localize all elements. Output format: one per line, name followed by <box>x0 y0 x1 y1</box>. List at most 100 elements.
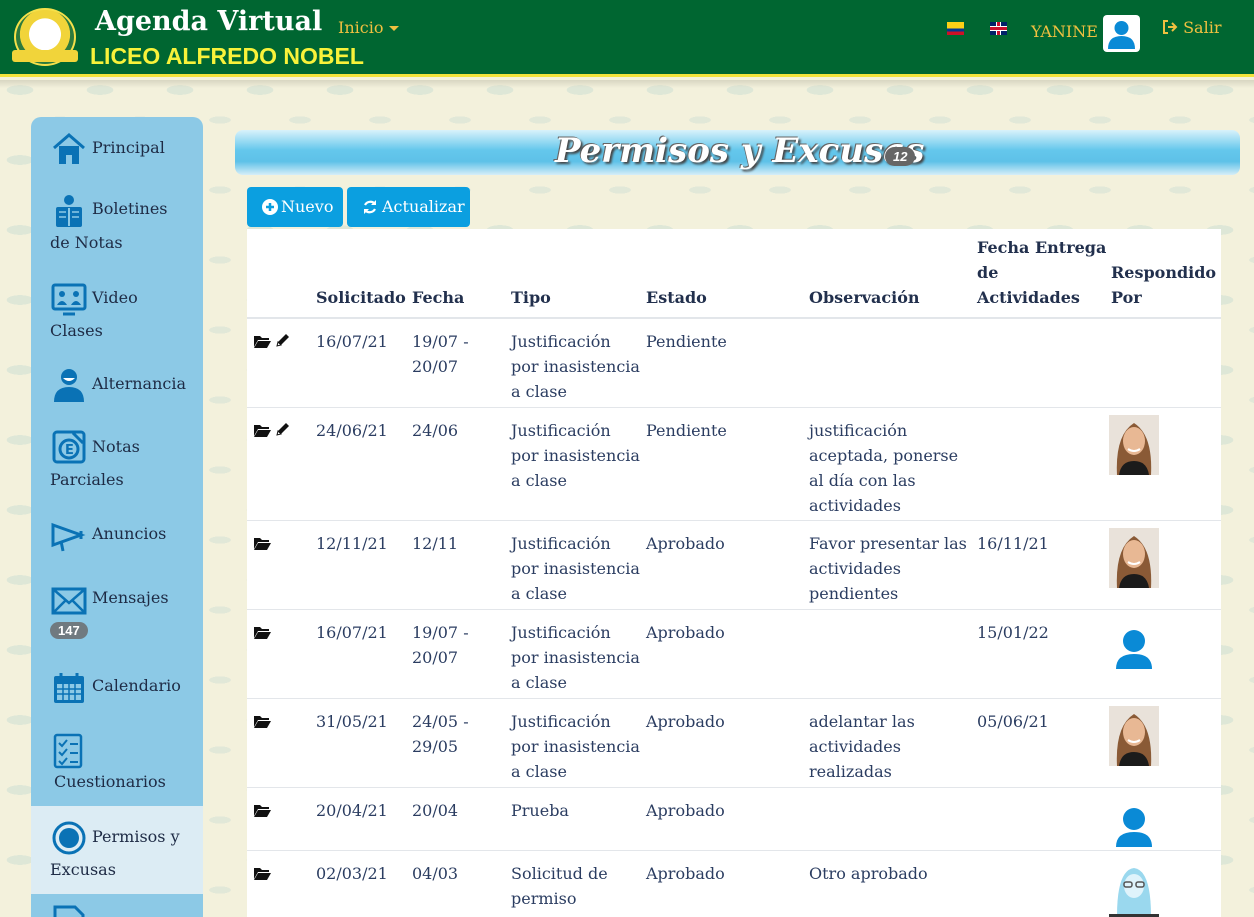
user-name[interactable]: YANINE <box>1031 22 1098 41</box>
cell-fecha-line1: 19/07 - <box>412 623 469 642</box>
avatar-glasses-icon <box>1109 858 1159 917</box>
folder-open-icon[interactable] <box>253 535 271 551</box>
app-title: Agenda Virtual <box>95 6 323 37</box>
header-respondido-line1: Respondido <box>1111 263 1217 282</box>
sidebar-item-notas-parciales[interactable]: E Notas Parciales <box>31 415 203 501</box>
header-tipo[interactable]: Tipo <box>511 285 551 310</box>
folder-open-icon[interactable] <box>253 713 271 729</box>
sidebar: Principal Boletines de Notas Video Clase… <box>31 117 203 917</box>
header-fecha-entrega[interactable]: Fecha Entrega de Actividades <box>977 235 1106 310</box>
cell-fecha: 04/03 <box>412 861 458 886</box>
cell-tipo: Prueba <box>511 798 569 823</box>
sidebar-item-label: Notas <box>92 437 140 456</box>
cell-fecha: 19/07 - 20/07 <box>412 329 469 379</box>
cell-tipo-line1: Justificación <box>511 421 611 440</box>
cell-estado: Pendiente <box>646 421 727 440</box>
sidebar-item-permisos-excusas[interactable]: Permisos y Excusas <box>31 806 203 894</box>
sidebar-item-anuncios[interactable]: Anuncios <box>31 501 203 565</box>
header-fecha-entrega-line2: de <box>977 263 999 282</box>
header-shadow <box>0 80 1254 88</box>
table-row: 16/07/21 19/07 - 20/07 Justificación por ina… <box>247 318 1221 407</box>
colombia-flag-icon[interactable] <box>947 22 964 35</box>
header-fecha[interactable]: Fecha <box>412 285 464 310</box>
table-row: 20/04/21 20/04 Prueba Aprobado <box>247 787 1221 855</box>
header-solicitado[interactable]: Solicitado <box>316 285 406 310</box>
records-count-badge: 12 <box>885 147 916 166</box>
cell-fecha: 20/04 <box>412 798 458 823</box>
cell-tipo-line1: Justificación <box>511 712 611 731</box>
cell-solicitado: 02/03/21 <box>316 864 388 883</box>
sign-out-icon <box>1163 20 1178 34</box>
responder-photo <box>1109 415 1159 475</box>
cell-obs-line3: realizadas <box>809 762 892 781</box>
cell-tipo: Justificación por inasistencia a clase <box>511 531 640 606</box>
new-button[interactable]: Nuevo <box>247 187 343 227</box>
header-respondido-line2: Por <box>1111 288 1142 307</box>
checklist-icon <box>53 733 83 769</box>
sidebar-item-label-2: Excusas <box>50 860 116 879</box>
radio-circle-icon <box>52 821 86 855</box>
cell-fecha-line1: 20/04 <box>412 801 459 820</box>
caret-down-icon <box>389 26 400 31</box>
cell-tipo-line3: a clase <box>511 382 567 401</box>
sidebar-item-calendario[interactable]: Calendario <box>31 651 203 717</box>
sidebar-item-video-clases[interactable]: Video Clases <box>31 263 203 351</box>
cell-obs-line2: aceptada, ponerse <box>809 446 959 465</box>
sidebar-item-alternancia[interactable]: Alternancia <box>31 351 203 415</box>
sidebar-item-label: Principal <box>92 138 165 157</box>
cell-tipo: Justificación por inasistencia a clase <box>511 418 640 493</box>
refresh-button[interactable]: Actualizar <box>347 187 470 227</box>
cell-fecha-line2: 20/07 <box>412 648 459 667</box>
cell-observacion: adelantar las actividades realizadas <box>809 709 915 784</box>
pencil-icon[interactable] <box>275 421 293 437</box>
cell-fecha: 12/11 <box>412 531 458 556</box>
cell-obs-line1: Otro aprobado <box>809 864 928 883</box>
school-logo[interactable] <box>12 8 78 66</box>
responder-photo <box>1109 706 1159 766</box>
header-estado[interactable]: Estado <box>646 285 707 310</box>
table-row: 24/06/21 24/06 Justificación por inasistenc… <box>247 407 1221 520</box>
cell-fecha: 24/05 - 29/05 <box>412 709 469 759</box>
masked-person-icon <box>54 369 84 402</box>
folder-open-icon[interactable] <box>253 333 271 349</box>
cell-tipo: Justificación por inasistencia a clase <box>511 329 640 404</box>
calendar-icon <box>54 673 84 703</box>
folder-open-icon[interactable] <box>253 865 271 881</box>
cell-tipo-line1: Justificación <box>511 332 611 351</box>
user-icon <box>1109 617 1159 677</box>
sidebar-item-label-2: de Notas <box>50 233 123 252</box>
cell-tipo-line2: por inasistencia <box>511 737 640 756</box>
sidebar-item-mensajes[interactable]: Mensajes 147 <box>31 565 203 651</box>
plus-circle-icon <box>262 199 278 215</box>
logout-button[interactable]: Salir <box>1162 18 1221 37</box>
sidebar-item-cuestionarios[interactable]: Cuestionarios <box>31 717 203 806</box>
sidebar-item-boletines[interactable]: Boletines de Notas <box>31 179 203 263</box>
sidebar-item-principal[interactable]: Principal <box>31 117 203 179</box>
cell-observacion: Favor presentar las actividades pendientes <box>809 531 967 606</box>
cell-fecha: 24/06 <box>412 418 458 443</box>
cell-tipo-line1: Justificación <box>511 534 611 553</box>
folder-open-icon[interactable] <box>253 422 271 438</box>
sidebar-item-label: Anuncios <box>92 524 167 543</box>
document-icon <box>53 905 85 917</box>
cell-solicitado: 12/11/21 <box>316 534 388 553</box>
inicio-menu[interactable]: Inicio <box>338 18 400 37</box>
folder-open-icon[interactable] <box>253 624 271 640</box>
table-row: 16/07/21 19/07 - 20/07 Justificación por ina… <box>247 609 1221 698</box>
folder-open-icon[interactable] <box>253 802 271 818</box>
sidebar-item-label: Mensajes <box>92 588 169 607</box>
header-observacion[interactable]: Observación <box>809 285 920 310</box>
user-avatar-icon[interactable] <box>1103 15 1140 52</box>
video-class-icon <box>51 283 87 316</box>
table-row: 12/11/21 12/11 Justificación por inasistenc… <box>247 520 1221 609</box>
sidebar-item-label: Boletines <box>92 199 168 218</box>
sidebar-item-next[interactable] <box>31 894 203 917</box>
messages-count-badge: 147 <box>50 622 88 639</box>
cell-solicitado: 24/06/21 <box>316 421 388 440</box>
refresh-button-label: Actualizar <box>382 197 465 216</box>
header-respondido-por[interactable]: Respondido Por <box>1111 260 1216 310</box>
cell-tipo-line1: Justificación <box>511 623 611 642</box>
sidebar-item-label-2: Parciales <box>50 470 124 489</box>
pencil-icon[interactable] <box>275 332 293 348</box>
uk-flag-icon[interactable] <box>990 22 1007 35</box>
